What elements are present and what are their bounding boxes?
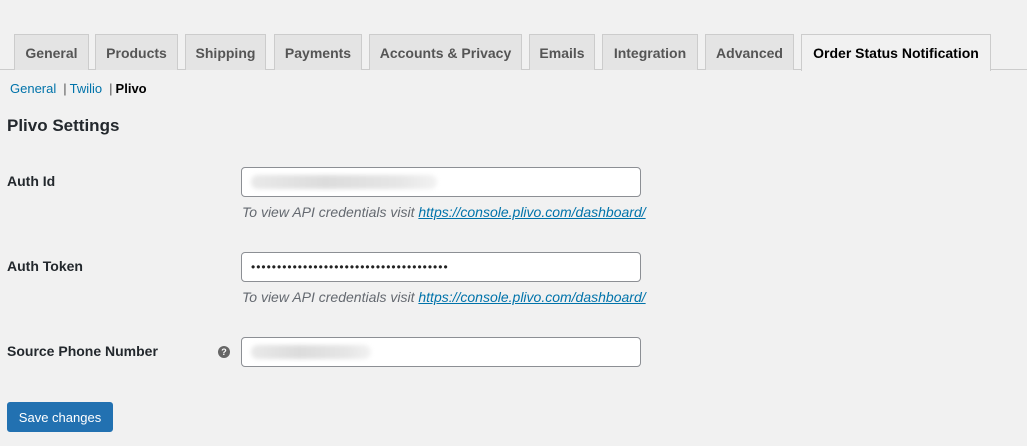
tab-emails[interactable]: Emails (529, 34, 595, 70)
source-phone-input[interactable] (241, 337, 641, 367)
auth-id-description: To view API credentials visit https://co… (242, 204, 646, 220)
sub-navigation: General | Twilio | Plivo (10, 81, 147, 96)
tab-products[interactable]: Products (95, 34, 178, 70)
plivo-dashboard-link[interactable]: https://console.plivo.com/dashboard/ (418, 204, 645, 220)
subnav-twilio-link[interactable]: Twilio (70, 81, 103, 96)
tab-payments[interactable]: Payments (274, 34, 362, 70)
masked-token-value: •••••••••••••••••••••••••••••••••••••• (251, 260, 449, 274)
question-circle-icon[interactable]: ? (218, 346, 230, 358)
save-changes-button[interactable]: Save changes (7, 402, 113, 432)
source-phone-label: Source Phone Number (7, 343, 158, 359)
section-title: Plivo Settings (7, 116, 120, 135)
description-text: To view API credentials visit (242, 204, 415, 220)
obscured-value (251, 175, 437, 189)
tab-general[interactable]: General (14, 34, 89, 70)
plivo-dashboard-link[interactable]: https://console.plivo.com/dashboard/ (418, 289, 645, 305)
auth-id-input[interactable] (241, 167, 641, 197)
subnav-separator: | (63, 81, 67, 96)
subnav-separator: | (109, 81, 113, 96)
settings-tab-bar: General Products Shipping Payments Accou… (0, 0, 1027, 71)
subnav-plivo-current: Plivo (115, 81, 147, 96)
tab-shipping[interactable]: Shipping (185, 34, 266, 70)
tab-advanced[interactable]: Advanced (705, 34, 794, 70)
subnav-general-link[interactable]: General (10, 81, 56, 96)
tab-accounts-privacy[interactable]: Accounts & Privacy (369, 34, 522, 70)
description-text: To view API credentials visit (242, 289, 415, 305)
tab-integration[interactable]: Integration (602, 34, 698, 70)
auth-token-description: To view API credentials visit https://co… (242, 289, 646, 305)
auth-id-label: Auth Id (7, 173, 56, 189)
obscured-value (251, 345, 371, 359)
auth-token-label: Auth Token (7, 258, 83, 274)
tab-order-status-notification[interactable]: Order Status Notification (801, 34, 991, 71)
auth-token-input[interactable]: •••••••••••••••••••••••••••••••••••••• (241, 252, 641, 282)
